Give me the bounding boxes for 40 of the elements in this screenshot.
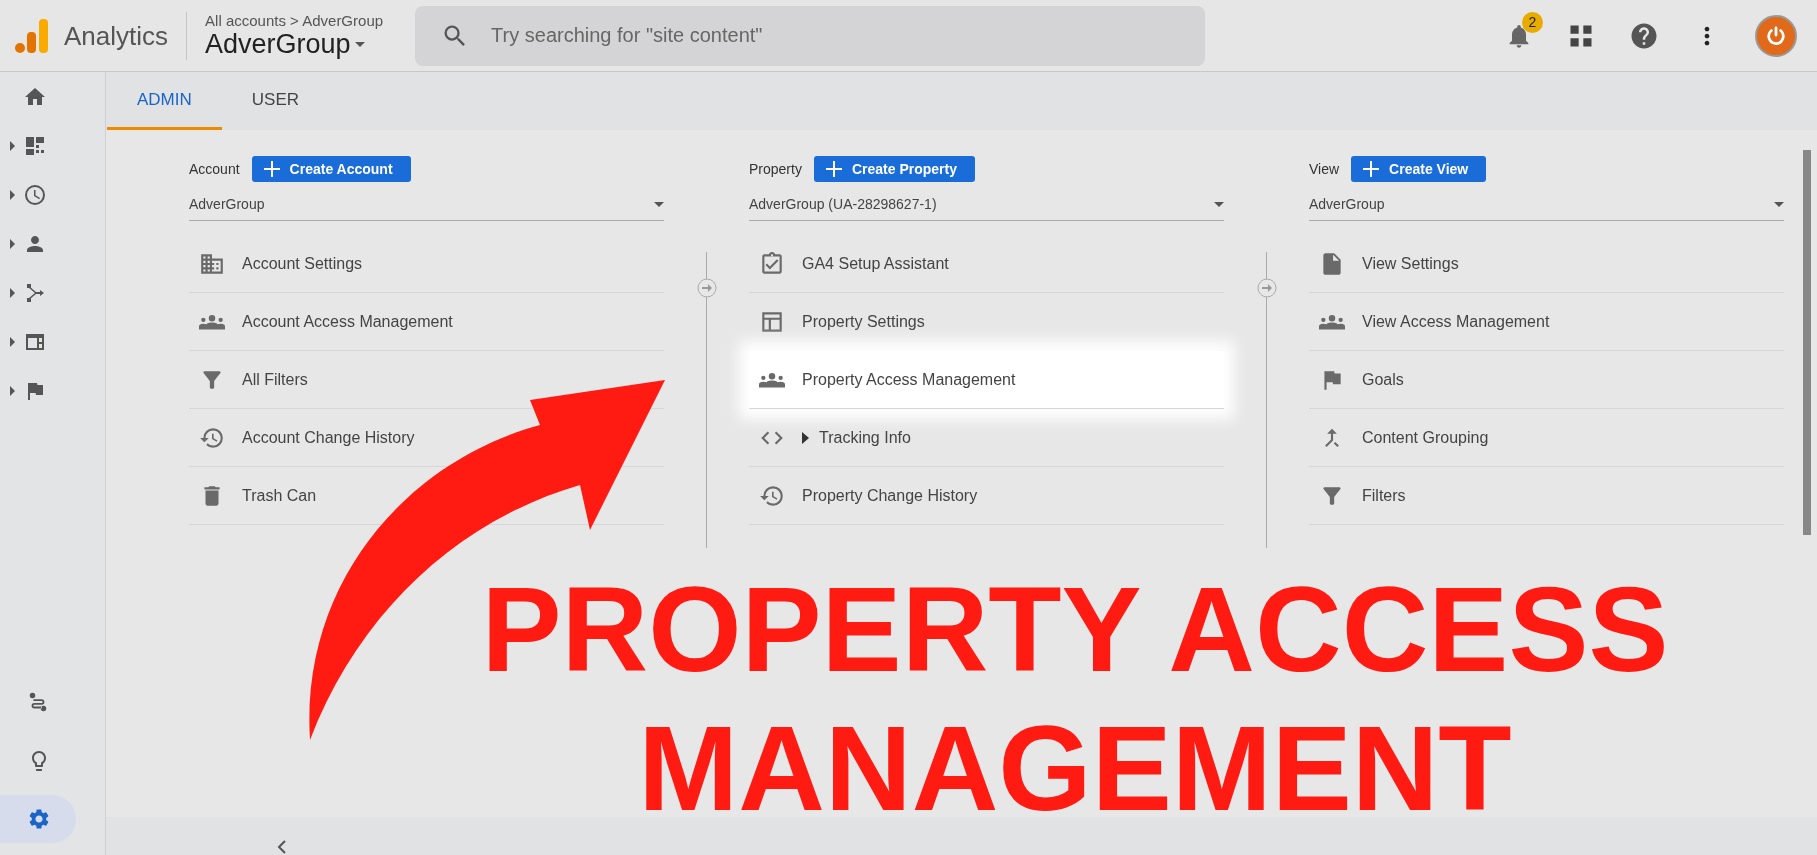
menu-item[interactable]: GA4 Setup Assistant: [749, 235, 1224, 293]
create-button[interactable]: Create Property: [813, 156, 975, 182]
route-icon[interactable]: [27, 690, 49, 713]
scrollbar[interactable]: [1803, 150, 1811, 535]
column-label: Account: [189, 161, 240, 177]
plus-icon: [263, 161, 280, 177]
plus-icon: [1363, 161, 1380, 177]
dropdown[interactable]: AdverGroup (UA-28298627-1): [749, 196, 1224, 221]
menu-item[interactable]: Property Access Management: [749, 351, 1224, 409]
expand-icon[interactable]: [802, 431, 809, 444]
menu-item[interactable]: Property Change History: [749, 467, 1224, 525]
settings-icon: [27, 807, 51, 831]
menu-item[interactable]: Tracking Info: [749, 409, 1224, 467]
search-field[interactable]: Try searching for "site content": [415, 5, 1206, 66]
menu-item[interactable]: Account Settings: [189, 235, 664, 293]
notification-badge: 2: [1522, 11, 1543, 33]
clipboard-check-icon: [759, 250, 785, 277]
column-label: Property: [749, 161, 802, 177]
menu-item[interactable]: View Settings: [1309, 235, 1784, 293]
dropdown[interactable]: AdverGroup: [1309, 196, 1784, 221]
dropdown[interactable]: AdverGroup: [189, 196, 664, 221]
clock-icon[interactable]: [23, 182, 47, 207]
menu-item[interactable]: Content Grouping: [1309, 409, 1784, 467]
avatar[interactable]: [1755, 14, 1797, 57]
column-label: View: [1309, 161, 1340, 177]
product-name: Analytics: [64, 11, 188, 60]
logo-icon: [14, 17, 48, 54]
account-selector[interactable]: AdverGroup: [205, 28, 384, 60]
menu-item[interactable]: Goals: [1309, 351, 1784, 409]
create-button[interactable]: Create View: [1351, 156, 1487, 182]
menu-item[interactable]: Account Access Management: [189, 293, 664, 351]
search-input[interactable]: Try searching for "site content": [489, 23, 1144, 48]
menu-item[interactable]: View Access Management: [1309, 293, 1784, 351]
annotation-text: PROPERTY ACCESS MANAGEMENT: [480, 561, 1670, 837]
create-button[interactable]: Create Account: [251, 156, 411, 182]
menu-item[interactable]: Filters: [1309, 467, 1784, 525]
tab[interactable]: USER: [221, 72, 329, 130]
breadcrumb[interactable]: All accounts > AdverGroup: [205, 11, 384, 29]
plus-icon: [825, 161, 842, 177]
settings-button[interactable]: [0, 795, 76, 843]
